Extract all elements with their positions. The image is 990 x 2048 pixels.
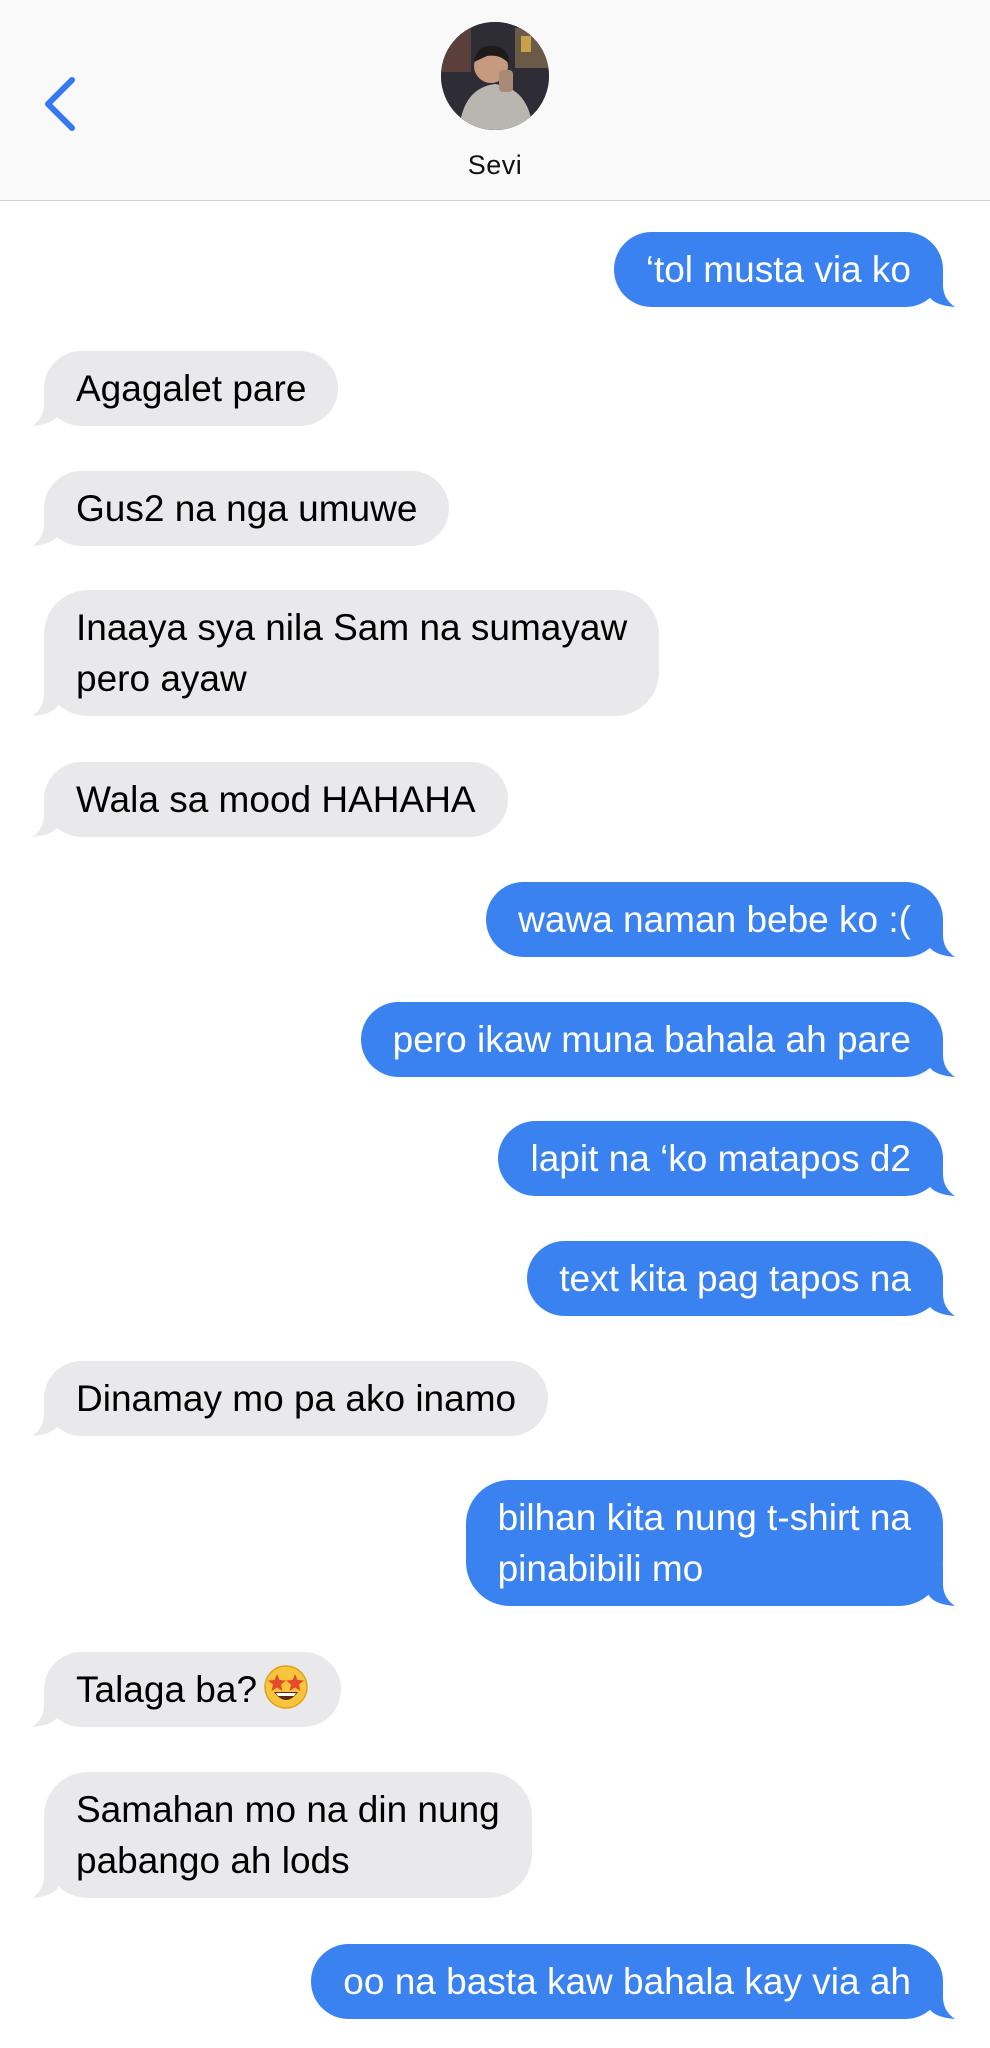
outgoing-message-bubble[interactable]: oo na basta kaw bahala kay via ah bbox=[311, 1944, 955, 2019]
incoming-message-bubble[interactable]: Talaga ba? bbox=[32, 1652, 342, 1727]
message-text: Agagalet pare bbox=[76, 368, 307, 409]
bubble-tail bbox=[927, 1979, 955, 2019]
bubble-tail bbox=[32, 1858, 60, 1898]
back-button[interactable] bbox=[38, 72, 86, 136]
message-text: text kita pag tapos na bbox=[559, 1258, 911, 1299]
bubble-tail bbox=[32, 797, 60, 837]
outgoing-message-bubble[interactable]: ‘tol musta via ko bbox=[613, 232, 955, 307]
outgoing-message-bubble[interactable]: bilhan kita nung t-shirt na pinabibili mo bbox=[465, 1480, 955, 1606]
message-text: Dinamay mo pa ako inamo bbox=[76, 1378, 517, 1419]
message-text: ‘tol musta via ko bbox=[645, 249, 911, 290]
message-text: pinabibili mo bbox=[497, 1548, 704, 1589]
incoming-message-bubble[interactable]: Agagalet pare bbox=[32, 351, 339, 426]
bubble-tail bbox=[32, 676, 60, 716]
message-text: bilhan kita nung t-shirt na bbox=[497, 1497, 911, 1538]
bubble-tail bbox=[927, 917, 955, 957]
message-text: wawa naman bebe ko :( bbox=[518, 899, 911, 940]
chevron-left-icon bbox=[45, 77, 75, 131]
message-text: Talaga ba? bbox=[76, 1669, 258, 1710]
bubble-tail bbox=[32, 506, 60, 546]
contact-name[interactable]: Sevi bbox=[0, 150, 990, 181]
incoming-message-bubble[interactable]: Wala sa mood HAHAHA bbox=[32, 762, 508, 837]
bubble-tail bbox=[927, 267, 955, 307]
bubble-tail bbox=[32, 1396, 60, 1436]
bubble-tail bbox=[32, 386, 60, 426]
message-thread[interactable]: ‘tol musta via ko Agagalet pare Gus2 na ng… bbox=[0, 200, 990, 2048]
message-text: pero ayaw bbox=[76, 658, 247, 699]
outgoing-message-bubble[interactable]: text kita pag tapos na bbox=[527, 1241, 955, 1316]
message-text: lapit na ‘ko matapos d2 bbox=[530, 1138, 911, 1179]
incoming-message-bubble[interactable]: Inaaya sya nila Sam na sumayaw pero ayaw bbox=[32, 590, 660, 716]
bubble-tail bbox=[927, 1156, 955, 1196]
star-struck-emoji-icon bbox=[264, 1665, 308, 1709]
outgoing-message-bubble[interactable]: wawa naman bebe ko :( bbox=[486, 882, 955, 957]
bubble-tail bbox=[32, 1687, 60, 1727]
incoming-message-bubble[interactable]: Dinamay mo pa ako inamo bbox=[32, 1361, 549, 1436]
bubble-tail bbox=[927, 1276, 955, 1316]
message-text: pero ikaw muna bahala ah pare bbox=[392, 1019, 911, 1060]
message-text: Inaaya sya nila Sam na sumayaw bbox=[76, 607, 628, 648]
message-text: pabango ah lods bbox=[76, 1840, 350, 1881]
message-text: Wala sa mood HAHAHA bbox=[76, 779, 476, 820]
bubble-tail bbox=[927, 1566, 955, 1606]
bubble-tail bbox=[927, 1037, 955, 1077]
contact-avatar-photo bbox=[441, 22, 549, 130]
incoming-message-bubble[interactable]: Gus2 na nga umuwe bbox=[32, 471, 450, 546]
incoming-message-bubble[interactable]: Samahan mo na din nung pabango ah lods bbox=[32, 1772, 532, 1898]
conversation-header: Sevi bbox=[0, 0, 990, 201]
message-text: oo na basta kaw bahala kay via ah bbox=[343, 1961, 911, 2002]
outgoing-message-bubble[interactable]: lapit na ‘ko matapos d2 bbox=[498, 1121, 955, 1196]
message-text: Samahan mo na din nung bbox=[76, 1789, 500, 1830]
outgoing-message-bubble[interactable]: pero ikaw muna bahala ah pare bbox=[360, 1002, 955, 1077]
message-text: Gus2 na nga umuwe bbox=[76, 488, 418, 529]
avatar[interactable] bbox=[441, 22, 549, 130]
